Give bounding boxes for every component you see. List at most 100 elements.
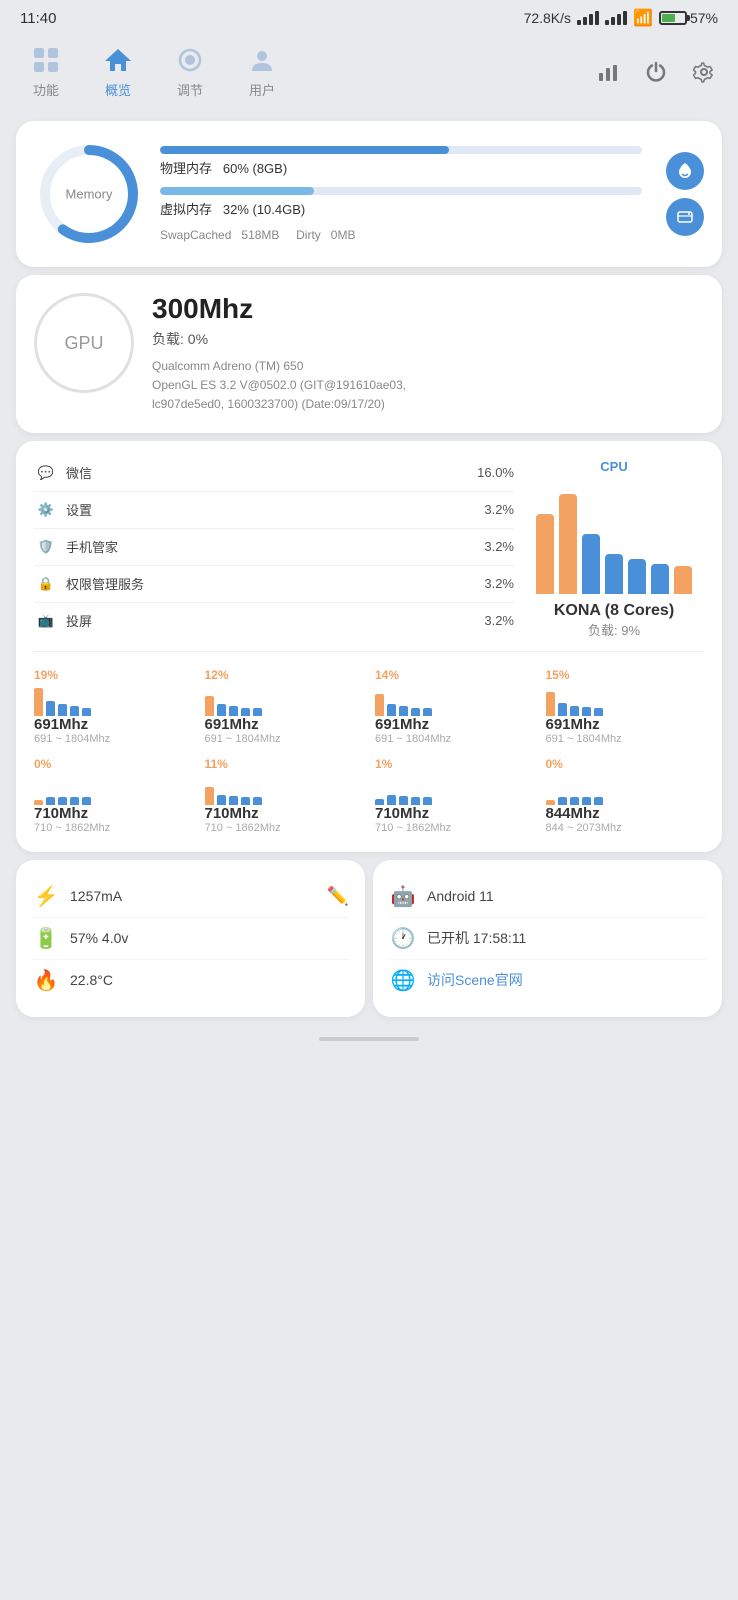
swap-cached-value: 518MB <box>241 228 279 242</box>
core-bar-segment <box>34 688 43 716</box>
core-bar-segment <box>423 708 432 716</box>
cpu-load-label: 负载: 9% <box>554 620 674 639</box>
app-name: 微信 <box>66 463 477 482</box>
memory-sub: SwapCached 518MB Dirty 0MB <box>160 228 642 242</box>
core-bar-segment <box>411 797 420 805</box>
core-bars-row <box>205 684 262 716</box>
cpu-app-row: 🛡️手机管家3.2% <box>34 529 514 566</box>
physical-label: 物理内存 <box>160 161 212 176</box>
left-info-card: ⚡ 1257mA ✏️ 🔋 57% 4.0v 🔥 22.8°C <box>16 860 365 1017</box>
core-range: 710 ~ 1862Mhz <box>375 822 451 834</box>
info-row: ⚡ 1257mA ✏️ 🔋 57% 4.0v 🔥 22.8°C 🤖 Androi… <box>16 860 722 1017</box>
core-bar-segment <box>411 708 420 716</box>
app-name: 投屏 <box>66 611 484 630</box>
power-icon: ⚡ <box>32 884 60 909</box>
temp-item: 🔥 22.8°C <box>32 960 349 1001</box>
core-bar-segment <box>46 701 55 716</box>
core-item: 1%710Mhz710 ~ 1862Mhz <box>375 757 534 834</box>
app-icon: 💬 <box>34 461 58 485</box>
core-bar-segment <box>387 704 396 716</box>
virtual-memory-row: 虚拟内存 32% (10.4GB) <box>160 187 642 218</box>
cpu-card: 💬微信16.0%⚙️设置3.2%🛡️手机管家3.2%🔒权限管理服务3.2%📺投屏… <box>16 441 722 852</box>
core-bar-segment <box>558 703 567 716</box>
temp-value: 22.8°C <box>70 972 113 988</box>
core-bar-segment <box>70 797 79 805</box>
cpu-app-row: 🔒权限管理服务3.2% <box>34 566 514 603</box>
core-pct: 12% <box>205 668 262 682</box>
edit-button[interactable]: ✏️ <box>327 886 349 907</box>
core-pct: 15% <box>546 668 603 682</box>
core-range: 691 ~ 1804Mhz <box>34 733 110 745</box>
memory-donut: Memory <box>34 139 144 249</box>
cpu-chip-label: KONA (8 Cores) <box>554 602 674 620</box>
app-icon: 🛡️ <box>34 535 58 559</box>
cpu-app-row: 💬微信16.0% <box>34 455 514 492</box>
core-range: 691 ~ 1804Mhz <box>546 733 622 745</box>
time: 11:40 <box>20 10 56 27</box>
gpu-desc2: OpenGL ES 3.2 V@0502.0 (GIT@191610ae03, <box>152 376 704 395</box>
cpu-label-area: KONA (8 Cores) 负载: 9% <box>554 602 674 639</box>
core-range: 691 ~ 1804Mhz <box>375 733 451 745</box>
core-bars-row <box>546 684 603 716</box>
core-bar-segment <box>82 708 91 716</box>
memory-clean-button[interactable] <box>666 152 704 190</box>
app-icon: 📺 <box>34 609 58 633</box>
app-pct: 3.2% <box>484 613 514 628</box>
web-item[interactable]: 🌐 访问Scene官网 <box>389 960 706 1001</box>
nav-tab-tune[interactable]: 调节 <box>154 38 226 105</box>
core-pct: 19% <box>34 668 91 682</box>
core-bar-segment <box>58 704 67 716</box>
core-freq: 691Mhz <box>546 716 600 733</box>
core-range: 844 ~ 2073Mhz <box>546 822 622 834</box>
cpu-bar <box>582 534 600 594</box>
nav-label-overview: 概览 <box>105 80 131 99</box>
cpu-apps-list: 💬微信16.0%⚙️设置3.2%🛡️手机管家3.2%🔒权限管理服务3.2%📺投屏… <box>34 455 514 639</box>
battery-item: 🔋 57% 4.0v <box>32 918 349 960</box>
power-value: 1257mA <box>70 888 122 904</box>
web-link[interactable]: 访问Scene官网 <box>427 970 523 990</box>
core-bar-segment <box>423 797 432 805</box>
settings-button[interactable] <box>688 56 720 88</box>
battery-icon: 🔋 <box>32 926 60 951</box>
core-range: 710 ~ 1862Mhz <box>34 822 110 834</box>
core-bar-segment <box>241 797 250 805</box>
core-item: 11%710Mhz710 ~ 1862Mhz <box>205 757 364 834</box>
core-bars-row <box>205 773 262 805</box>
android-value: Android 11 <box>427 888 494 904</box>
dirty-label: Dirty <box>296 228 321 242</box>
core-freq: 710Mhz <box>205 805 259 822</box>
cpu-top: 💬微信16.0%⚙️设置3.2%🛡️手机管家3.2%🔒权限管理服务3.2%📺投屏… <box>34 455 704 639</box>
chart-button[interactable] <box>592 56 624 88</box>
nav-tab-overview[interactable]: 概览 <box>82 38 154 105</box>
core-freq: 691Mhz <box>34 716 88 733</box>
nav-tab-user[interactable]: 用户 <box>226 38 298 105</box>
memory-storage-button[interactable] <box>666 198 704 236</box>
core-item: 0%710Mhz710 ~ 1862Mhz <box>34 757 193 834</box>
app-pct: 3.2% <box>484 502 514 517</box>
app-icon: ⚙️ <box>34 498 58 522</box>
android-item: 🤖 Android 11 <box>389 876 706 918</box>
nav-tabs: 功能 概览 调节 <box>10 38 592 105</box>
power-button[interactable] <box>640 56 672 88</box>
home-icon <box>102 44 134 76</box>
power-item: ⚡ 1257mA ✏️ <box>32 876 349 918</box>
core-bar-segment <box>241 708 250 716</box>
physical-value: 60% (8GB) <box>223 161 287 176</box>
core-bar-segment <box>582 797 591 805</box>
nav-label-tune: 调节 <box>177 80 203 99</box>
core-range: 710 ~ 1862Mhz <box>205 822 281 834</box>
dirty-value: 0MB <box>331 228 356 242</box>
swap-cached-label: SwapCached <box>160 228 231 242</box>
core-bar-segment <box>205 787 214 805</box>
cpu-bar <box>674 566 692 594</box>
cpu-chart-area: CPU KONA (8 Cores) 负载: 9% <box>524 455 704 639</box>
nav-tab-func[interactable]: 功能 <box>10 38 82 105</box>
nav-label-func: 功能 <box>33 80 59 99</box>
core-bar-segment <box>558 797 567 805</box>
cpu-label: CPU <box>600 459 627 474</box>
cpu-bar <box>605 554 623 594</box>
gpu-freq: 300Mhz <box>152 293 704 325</box>
core-pct: 0% <box>546 757 603 771</box>
core-bar-segment <box>399 706 408 716</box>
gpu-desc1: Qualcomm Adreno (TM) 650 <box>152 357 704 376</box>
